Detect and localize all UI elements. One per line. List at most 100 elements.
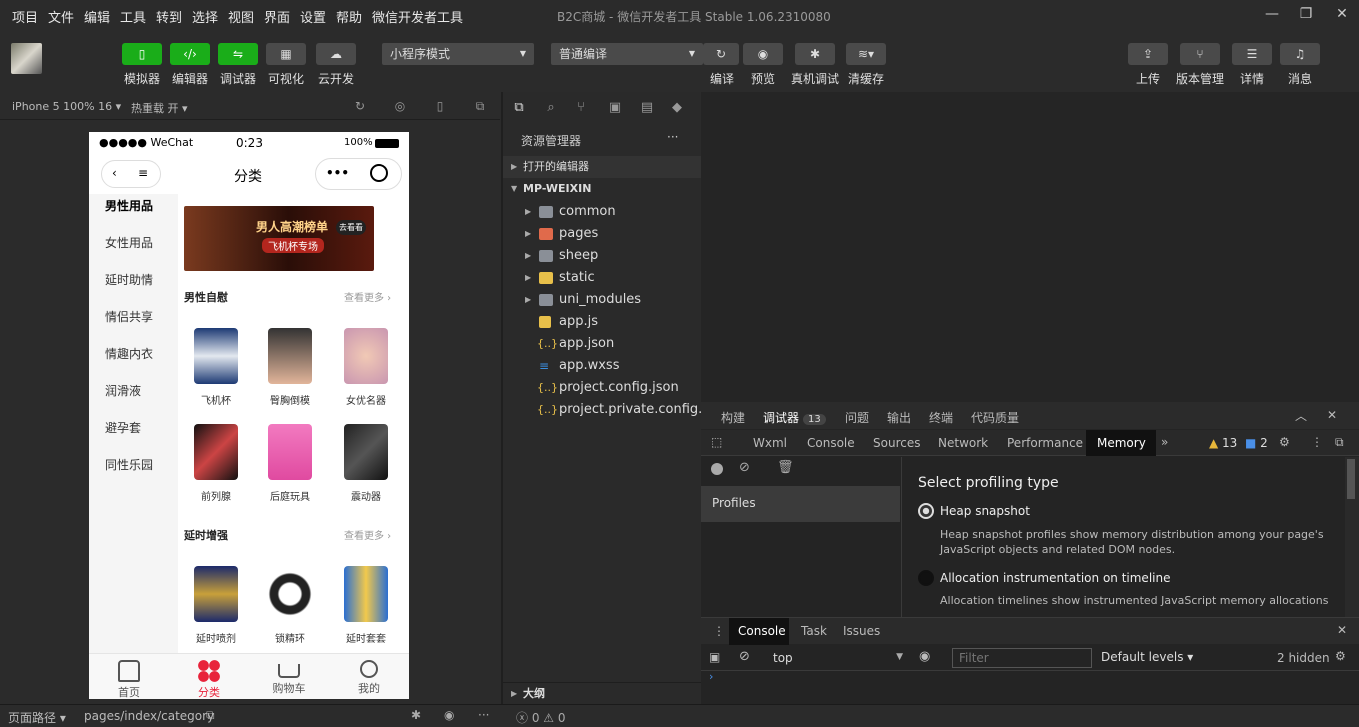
storage-icon[interactable]: ▤: [639, 100, 655, 116]
profiles-row[interactable]: Profiles: [701, 486, 900, 522]
context-select[interactable]: top ▼: [767, 648, 903, 668]
device-select[interactable]: iPhone 5 100% 16 ▾: [12, 100, 121, 113]
popout-icon[interactable]: ⧉: [473, 99, 487, 113]
tree-folder[interactable]: ▶ sheep: [503, 245, 702, 267]
rotate-icon[interactable]: ↻: [353, 99, 367, 113]
tab-mine[interactable]: 我的: [329, 654, 409, 699]
avatar[interactable]: [11, 43, 42, 74]
details-button[interactable]: ☰: [1232, 43, 1272, 65]
drawer-close-icon[interactable]: ✕: [1337, 623, 1347, 637]
product-item[interactable]: 延时喷剂: [183, 566, 249, 645]
cloud-button[interactable]: ☁: [316, 43, 356, 65]
root-folder[interactable]: ▼ MP-WEIXIN: [503, 178, 702, 200]
menu-edit[interactable]: 编辑: [84, 7, 110, 26]
error-status[interactable]: ⓧ 0 ⚠ 0: [516, 709, 566, 726]
product-item[interactable]: 后庭玩具: [257, 424, 323, 503]
clear-cache-button[interactable]: ≋▾: [846, 43, 886, 65]
editor-toggle-button[interactable]: ‹/›: [170, 43, 210, 65]
stop-icon[interactable]: ◎: [393, 99, 407, 113]
tree-file[interactable]: ≡ app.wxss: [503, 355, 702, 377]
record-icon[interactable]: [711, 463, 723, 475]
menu-settings[interactable]: 设置: [300, 7, 326, 26]
product-item[interactable]: 臀胸倒模: [257, 328, 323, 407]
tree-file[interactable]: {..} project.private.config.js...: [503, 399, 725, 421]
tab-category[interactable]: 分类: [169, 654, 249, 699]
debugger-toggle-button[interactable]: ⇋: [218, 43, 258, 65]
hot-reload-select[interactable]: 热重载 开 ▾: [131, 100, 188, 116]
tab-performance[interactable]: Performance: [1007, 436, 1083, 450]
tab-cart[interactable]: 购物车: [249, 654, 329, 699]
maximize-icon[interactable]: ❐: [1296, 6, 1316, 24]
search-icon[interactable]: ⌕: [543, 100, 559, 116]
tab-debugger[interactable]: 调试器 13: [763, 409, 826, 426]
close-icon[interactable]: ✕: [1327, 408, 1337, 422]
tree-folder[interactable]: ▶ pages: [503, 223, 702, 245]
category-item[interactable]: 情侣共享: [105, 308, 153, 325]
menu-project[interactable]: 项目: [12, 7, 38, 26]
close-icon[interactable]: ✕: [1332, 6, 1352, 24]
tree-folder[interactable]: ▶ uni_modules: [503, 289, 702, 311]
allocation-radio[interactable]: [918, 570, 934, 586]
product-item[interactable]: 前列腺: [183, 424, 249, 503]
heap-snapshot-radio[interactable]: [918, 503, 934, 519]
tree-file[interactable]: {..} project.config.json: [503, 377, 702, 399]
tab-issues[interactable]: 问题: [845, 409, 869, 426]
files-icon[interactable]: ⧉: [511, 100, 527, 116]
minimize-icon[interactable]: —: [1262, 6, 1282, 24]
more-icon[interactable]: ···: [478, 708, 489, 722]
category-item[interactable]: 情趣内衣: [105, 345, 153, 362]
product-item[interactable]: 延时套套: [333, 566, 399, 645]
extensions-icon[interactable]: ▣: [607, 100, 623, 116]
visual-button[interactable]: ▦: [266, 43, 306, 65]
promo-banner[interactable]: 男人高潮榜单 飞机杯专场 去看看: [184, 206, 374, 271]
preview-button[interactable]: ◉: [743, 43, 783, 65]
drawer-tab-task[interactable]: Task: [801, 624, 827, 638]
sidebar-toggle-icon[interactable]: ▣: [709, 650, 720, 664]
gear-icon[interactable]: ⚙: [1279, 435, 1290, 449]
tab-wxml[interactable]: Wxml: [753, 436, 787, 450]
simulator-toggle-button[interactable]: ▯: [122, 43, 162, 65]
tree-folder[interactable]: ▶ static: [503, 267, 702, 289]
inspect-icon[interactable]: ⬚: [711, 435, 722, 449]
menu-file[interactable]: 文件: [48, 7, 74, 26]
mode-select[interactable]: 小程序模式 ▼: [382, 43, 534, 65]
menu-tools[interactable]: 工具: [120, 7, 146, 26]
menu-interface[interactable]: 界面: [264, 7, 290, 26]
more-icon[interactable]: •••: [326, 166, 349, 180]
tree-folder[interactable]: ▶ common: [503, 201, 702, 223]
dock-icon[interactable]: ⧉: [1335, 435, 1344, 450]
kebab-icon[interactable]: ⋮: [1311, 435, 1323, 449]
remote-debug-button[interactable]: ✱: [795, 43, 835, 65]
menu-view[interactable]: 视图: [228, 7, 254, 26]
more-icon[interactable]: ···: [667, 130, 678, 144]
home-icon[interactable]: ≡: [138, 166, 148, 180]
messages-button[interactable]: ♫: [1280, 43, 1320, 65]
back-icon[interactable]: ‹: [112, 166, 117, 180]
console-filter-input[interactable]: [952, 648, 1092, 668]
docker-icon[interactable]: ◆: [669, 100, 685, 116]
tab-output[interactable]: 输出: [887, 409, 911, 426]
collapse-icon[interactable]: ︿: [1295, 407, 1307, 424]
product-item[interactable]: 震动器: [333, 424, 399, 503]
gear-icon[interactable]: ⚙: [1335, 649, 1346, 663]
tab-code-quality[interactable]: 代码质量: [971, 409, 1019, 426]
message-icon[interactable]: ■ 2: [1245, 436, 1268, 450]
tree-file[interactable]: app.js: [503, 311, 702, 333]
category-item[interactable]: 男性用品: [105, 197, 153, 214]
close-miniapp-icon[interactable]: [370, 164, 388, 182]
see-more-link[interactable]: 查看更多 ›: [344, 289, 391, 304]
category-item[interactable]: 女性用品: [105, 234, 153, 251]
compile-select[interactable]: 普通编译 ▼: [551, 43, 703, 65]
tab-memory[interactable]: Memory: [1086, 430, 1156, 456]
tab-terminal[interactable]: 终端: [929, 409, 953, 426]
outline-section[interactable]: ▶ 大纲: [503, 682, 702, 704]
see-more-link[interactable]: 查看更多 ›: [344, 527, 391, 542]
version-button[interactable]: ⑂: [1180, 43, 1220, 65]
category-item[interactable]: 避孕套: [105, 419, 141, 436]
compile-button[interactable]: ↻: [703, 43, 739, 65]
product-item[interactable]: 女优名器: [333, 328, 399, 407]
tree-file[interactable]: {..} app.json: [503, 333, 702, 355]
source-control-icon[interactable]: ⑂: [573, 100, 589, 116]
console-prompt-icon[interactable]: ›: [709, 670, 713, 683]
menu-goto[interactable]: 转到: [156, 7, 182, 26]
